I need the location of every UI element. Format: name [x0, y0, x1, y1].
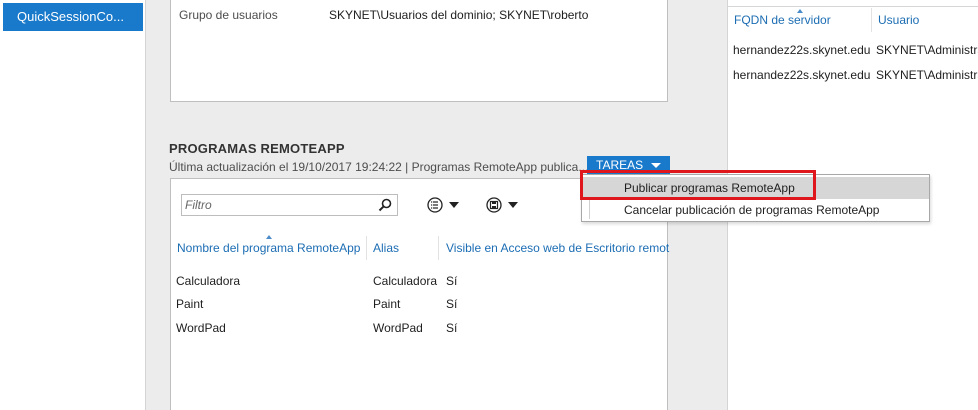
tasks-label: TAREAS — [596, 158, 644, 172]
column-header-user[interactable]: Usuario — [878, 13, 919, 27]
menu-item-unpublish[interactable]: Cancelar publicación de programas Remote… — [582, 199, 929, 221]
section-title: PROGRAMAS REMOTEAPP — [169, 141, 345, 156]
filter-box — [181, 194, 398, 216]
menu-item-publish[interactable]: Publicar programas RemoteApp — [582, 177, 929, 199]
table-row-alias[interactable]: WordPad — [373, 321, 423, 335]
column-header-fqdn[interactable]: FQDN de servidor — [734, 13, 831, 27]
column-divider — [438, 236, 439, 260]
column-divider — [871, 8, 872, 32]
table-row-visible[interactable]: Sí — [446, 274, 457, 288]
server-fqdn[interactable]: hernandez22s.skynet.edu — [733, 68, 870, 82]
sort-ascending-icon — [266, 235, 272, 239]
user-group-value: SKYNET\Usuarios del dominio; SKYNET\robe… — [329, 8, 589, 22]
table-row-visible[interactable]: Sí — [446, 321, 457, 335]
table-row-name[interactable]: Calculadora — [176, 274, 240, 288]
left-nav: QuickSessionCo... — [0, 0, 146, 410]
save-query-button[interactable] — [480, 195, 522, 215]
properties-box: Grupo de usuarios SKYNET\Usuarios del do… — [170, 0, 668, 102]
column-header-alias[interactable]: Alias — [373, 241, 399, 255]
search-icon[interactable] — [378, 198, 392, 212]
list-view-icon — [427, 197, 443, 213]
tasks-menu: Publicar programas RemoteApp Cancelar pu… — [581, 174, 930, 222]
filter-input[interactable] — [182, 195, 372, 215]
table-row-name[interactable]: Paint — [176, 297, 203, 311]
section-subtitle: Última actualización el 19/10/2017 19:24… — [169, 160, 589, 174]
chevron-down-icon — [508, 202, 518, 208]
nav-item-quicksession[interactable]: QuickSessionCo... — [3, 3, 143, 31]
table-row-name[interactable]: WordPad — [176, 321, 226, 335]
column-header-visible[interactable]: Visible en Acceso web de Escritorio remo… — [446, 241, 669, 255]
divider — [728, 6, 978, 7]
server-user[interactable]: SKYNET\Administrador — [876, 43, 978, 57]
list-view-button[interactable] — [421, 195, 463, 215]
server-user[interactable]: SKYNET\Administrador — [876, 68, 978, 82]
table-row-alias[interactable]: Paint — [373, 297, 400, 311]
column-header-name[interactable]: Nombre del programa RemoteApp — [177, 241, 360, 255]
user-group-label: Grupo de usuarios — [179, 8, 278, 22]
chevron-down-icon — [651, 163, 661, 168]
column-divider — [366, 236, 367, 260]
chevron-down-icon — [449, 202, 459, 208]
table-row-visible[interactable]: Sí — [446, 297, 457, 311]
save-icon — [486, 197, 502, 213]
tasks-button[interactable]: TAREAS — [587, 156, 670, 174]
table-row-alias[interactable]: Calculadora — [373, 274, 437, 288]
server-fqdn[interactable]: hernandez22s.skynet.edu — [733, 43, 870, 57]
